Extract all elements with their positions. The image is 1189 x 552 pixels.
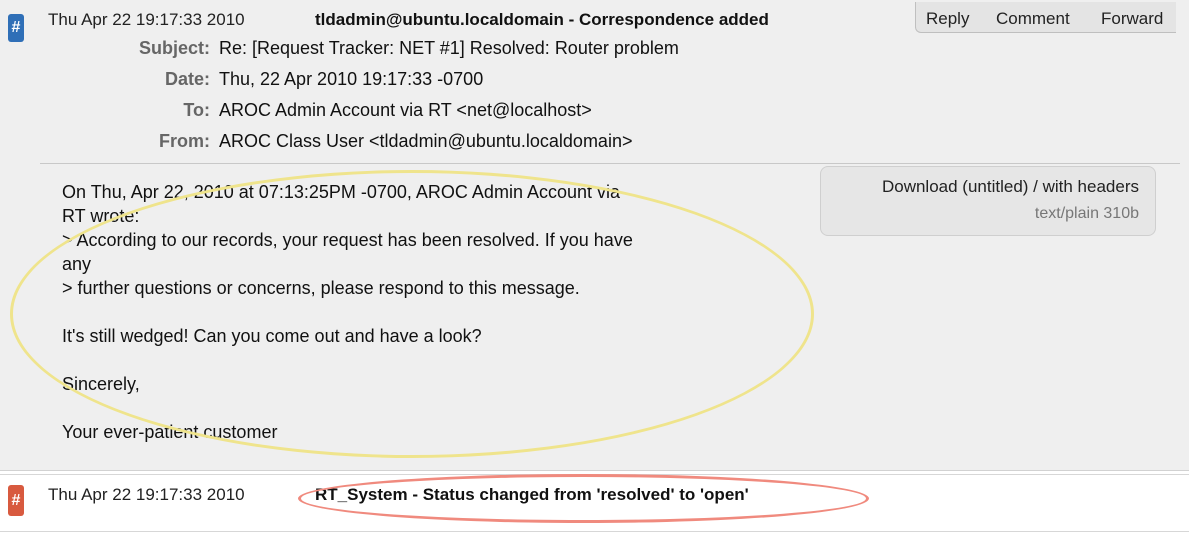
body-line: It's still wedged! Can you come out and … <box>62 326 482 346</box>
date-label: Date: <box>164 69 210 89</box>
from-label: From: <box>159 131 210 151</box>
transaction-description: tldadmin@ubuntu.localdomain - Correspond… <box>315 10 769 29</box>
body-line: Your ever-patient customer <box>62 422 278 442</box>
transaction-actions: Reply Comment Forward <box>915 2 1176 33</box>
body-line: any <box>62 254 92 274</box>
body-line: Sincerely, <box>62 374 140 394</box>
to-label: To: <box>183 100 210 120</box>
body-line: RT wrote: <box>62 206 140 226</box>
header-divider <box>40 163 1180 164</box>
comment-link[interactable]: Comment <box>996 9 1070 29</box>
subject-value: Re: [Request Tracker: NET #1] Resolved: … <box>219 38 679 58</box>
subject-label: Subject: <box>138 38 210 58</box>
status-tag-icon: # <box>8 485 24 516</box>
reply-link[interactable]: Reply <box>926 9 969 29</box>
transaction-date: Thu Apr 22 19:17:33 2010 <box>48 485 245 504</box>
message-body: On Thu, Apr 22, 2010 at 07:13:25PM -0700… <box>62 180 812 444</box>
transaction-date: Thu Apr 22 19:17:33 2010 <box>48 10 245 29</box>
download-link[interactable]: Download (untitled) / with headers <box>882 177 1139 197</box>
body-line: > According to our records, your request… <box>62 230 633 250</box>
body-line: > further questions or concerns, please … <box>62 278 580 298</box>
to-value: AROC Admin Account via RT <net@localhost… <box>219 100 592 120</box>
attachment-meta: text/plain 310b <box>1034 205 1139 222</box>
attachment-box: Download (untitled) / with headers text/… <box>820 166 1156 236</box>
from-value: AROC Class User <tldadmin@ubuntu.localdo… <box>219 131 633 151</box>
forward-link[interactable]: Forward <box>1101 9 1163 29</box>
body-line: On Thu, Apr 22, 2010 at 07:13:25PM -0700… <box>62 182 621 202</box>
date-value: Thu, 22 Apr 2010 19:17:33 -0700 <box>219 69 484 89</box>
transaction-description: RT_System - Status changed from 'resolve… <box>315 485 749 504</box>
transaction-correspondence: # Thu Apr 22 19:17:33 2010 tldadmin@ubun… <box>0 0 1189 471</box>
transaction-status-change: # Thu Apr 22 19:17:33 2010 RT_System - S… <box>0 474 1189 532</box>
